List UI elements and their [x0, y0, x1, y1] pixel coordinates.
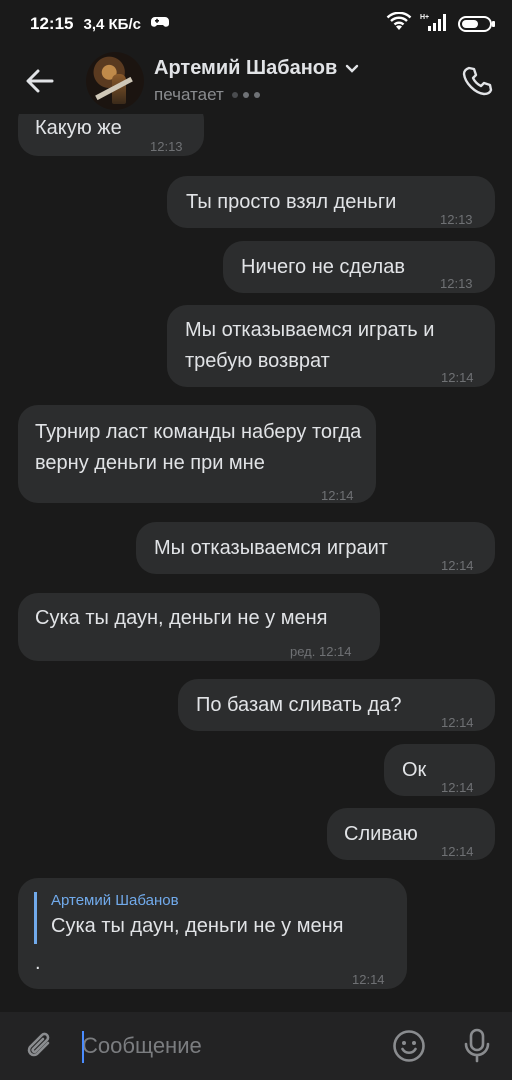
typing-status: печатает — [154, 85, 224, 104]
wifi-icon — [386, 11, 412, 37]
text-cursor — [82, 1031, 84, 1063]
message-text: Какую же — [35, 117, 122, 139]
message-bubble-incoming-reply[interactable]: Артемий Шабанов Сука ты даун, деньги не … — [18, 878, 407, 989]
chat-title[interactable]: Артемий Шабанов печатает — [154, 57, 359, 105]
message-text: Турнир ласт команды наберу тогда верну д… — [35, 421, 362, 474]
message-bubble-outgoing[interactable]: Мы отказываемся играит 12:14 — [136, 522, 495, 574]
message-time: 12:14 — [352, 972, 385, 987]
avatar[interactable] — [86, 52, 144, 110]
status-bar: 12:15 3,4 КБ/с H+ — [0, 0, 512, 48]
contact-name: Артемий Шабанов — [154, 57, 338, 79]
message-text: Сука ты даун, деньги не у меня — [35, 607, 328, 629]
voice-message-button[interactable] — [442, 1012, 512, 1080]
message-bubble-incoming[interactable]: Какую же 12:13 — [18, 114, 204, 156]
message-bubble-outgoing[interactable]: Сливаю 12:14 — [327, 808, 495, 860]
chat-screen: 12:15 3,4 КБ/с H+ Артемий Шабанов печата… — [0, 0, 512, 1080]
attach-button[interactable] — [0, 1012, 80, 1080]
reply-quote[interactable]: Артемий Шабанов Сука ты даун, деньги не … — [34, 892, 374, 944]
back-arrow-icon — [26, 69, 54, 93]
reply-text: Сука ты даун, деньги не у меня — [51, 915, 344, 937]
message-text: . — [35, 952, 41, 974]
message-bubble-outgoing[interactable]: По базам сливать да? 12:14 — [178, 679, 495, 731]
battery-level — [462, 20, 478, 28]
emoji-icon — [393, 1030, 425, 1062]
message-bubble-outgoing[interactable]: Мы отказываемся играть и требую возврат … — [167, 305, 495, 387]
message-time: 12:14 — [441, 844, 474, 859]
message-text: По базам сливать да? — [196, 694, 402, 716]
chat-header: Артемий Шабанов печатает — [0, 48, 512, 114]
message-time: 12:14 — [441, 715, 474, 730]
message-time: 12:14 — [441, 558, 474, 573]
message-input-wrap[interactable] — [80, 1012, 376, 1080]
paperclip-icon — [27, 1032, 50, 1057]
message-time: 12:14 — [441, 780, 474, 795]
network-speed: 3,4 КБ/с — [83, 15, 141, 33]
message-bubble-outgoing[interactable]: Ок 12:14 — [384, 744, 495, 796]
game-controller-icon — [150, 14, 169, 34]
phone-icon — [462, 66, 493, 96]
back-button[interactable] — [0, 48, 80, 114]
message-bubble-incoming[interactable]: Турнир ласт команды наберу тогда верну д… — [18, 405, 376, 503]
message-bubble-outgoing[interactable]: Ты просто взял деньги 12:13 — [167, 176, 495, 228]
message-text: Ок — [402, 759, 427, 781]
typing-dots — [231, 92, 260, 98]
message-time: 12:14 — [321, 488, 354, 503]
message-composer — [0, 1012, 512, 1080]
message-list[interactable]: Какую же 12:13 Ты просто взял деньги 12:… — [0, 114, 512, 1012]
svg-text:H+: H+ — [420, 14, 429, 21]
message-text: Мы отказываемся играть и требую возврат — [185, 319, 435, 372]
chevron-down-icon — [346, 64, 359, 73]
message-text: Мы отказываемся играит — [154, 537, 388, 559]
message-text: Ничего не сделав — [241, 256, 405, 278]
microphone-icon — [464, 1028, 490, 1063]
battery-icon — [458, 16, 495, 32]
message-text: Ты просто взял деньги — [186, 191, 397, 213]
message-time: 12:13 — [440, 212, 473, 227]
message-time: 12:14 — [441, 370, 474, 385]
message-time: ред. 12:14 — [290, 644, 352, 659]
signal-icon: H+ — [420, 12, 450, 37]
message-input[interactable] — [80, 1026, 376, 1066]
message-time: 12:13 — [150, 139, 183, 154]
message-text: Сливаю — [344, 823, 418, 845]
reply-author: Артемий Шабанов — [51, 892, 179, 909]
call-button[interactable] — [442, 48, 512, 114]
message-bubble-outgoing[interactable]: Ничего не сделав 12:13 — [223, 241, 495, 293]
message-bubble-incoming[interactable]: Сука ты даун, деньги не у меня ред. 12:1… — [18, 593, 380, 661]
status-time: 12:15 — [30, 14, 74, 33]
emoji-button[interactable] — [376, 1012, 442, 1080]
message-time: 12:13 — [440, 276, 473, 291]
